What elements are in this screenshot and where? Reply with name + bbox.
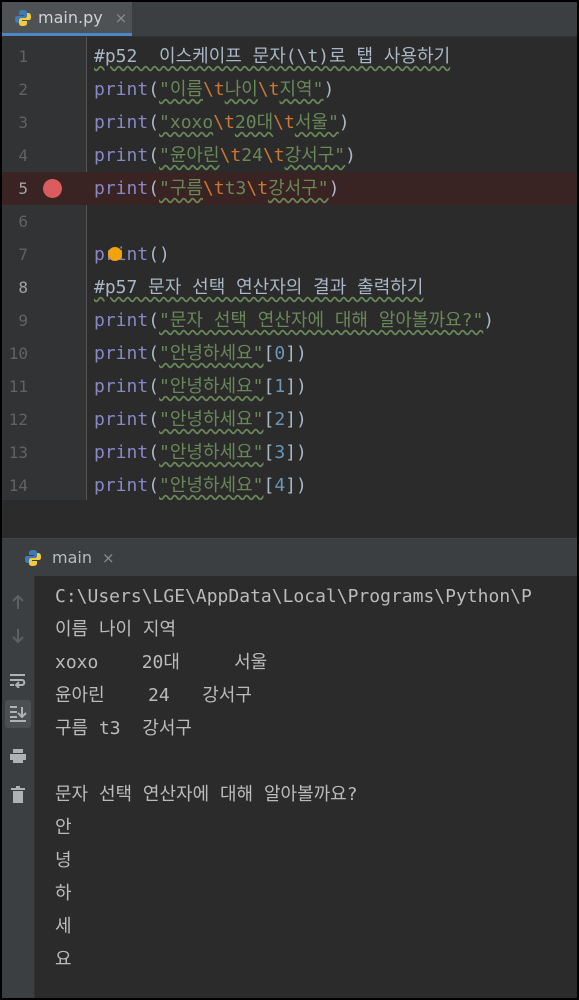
panel-divider[interactable] bbox=[2, 500, 577, 539]
code-line-10[interactable]: 10 print("안녕하세요"[0]) bbox=[2, 337, 577, 370]
tab-label: main.py bbox=[38, 8, 103, 27]
run-console-output[interactable]: C:\Users\LGE\AppData\Local\Programs\Pyth… bbox=[35, 576, 577, 998]
code-line-9[interactable]: 9 print("문자 선택 연산자에 대해 알아볼까요?") bbox=[2, 304, 577, 337]
code-line-7[interactable]: 7 print() bbox=[2, 238, 577, 271]
code-line-12[interactable]: 12 print("안녕하세요"[2]) bbox=[2, 403, 577, 436]
tab-main-py[interactable]: main.py × bbox=[2, 2, 132, 36]
line-number: 13 bbox=[8, 443, 28, 462]
lightbulb-icon[interactable] bbox=[108, 247, 122, 261]
console-line: 문자 선택 연산자에 대해 알아볼까요? bbox=[55, 784, 358, 805]
code-line-11[interactable]: 11 print("안녕하세요"[1]) bbox=[2, 370, 577, 403]
code-text: print("안녕하세요"[1]) bbox=[94, 376, 307, 397]
code-text: print("구름\tt3\t강서구") bbox=[94, 178, 340, 199]
code-line-5[interactable]: 5 print("구름\tt3\t강서구") bbox=[2, 172, 577, 205]
console-line: 안 bbox=[55, 817, 72, 838]
line-number: 8 bbox=[18, 278, 28, 297]
line-number: 6 bbox=[18, 212, 28, 231]
code-line-8[interactable]: 8 #p57 문자 선택 연산자의 결과 출력하기 bbox=[2, 271, 577, 304]
console-line: 이름 나이 지역 bbox=[55, 619, 177, 640]
line-number: 7 bbox=[18, 245, 28, 264]
console-line: 요 bbox=[55, 949, 72, 970]
run-tab-main[interactable]: main × bbox=[2, 539, 122, 576]
code-text: print("안녕하세요"[3]) bbox=[94, 442, 307, 463]
code-text: print("안녕하세요"[2]) bbox=[94, 409, 307, 430]
code-line-2[interactable]: 2 print("이름\t나이\t지역") bbox=[2, 73, 577, 106]
editor-tab-bar: main.py × bbox=[2, 2, 577, 37]
close-icon[interactable]: × bbox=[115, 9, 128, 27]
arrow-up-icon[interactable] bbox=[5, 588, 31, 616]
line-number: 12 bbox=[8, 410, 28, 429]
line-number: 1 bbox=[18, 47, 28, 66]
code-line-1[interactable]: 1 #p52 이스케이프 문자(\t)로 탭 사용하기 bbox=[2, 40, 577, 73]
code-text: print("안녕하세요"[0]) bbox=[94, 343, 307, 364]
code-text: print("윤아린\t24\t강서구") bbox=[94, 145, 356, 166]
line-number: 14 bbox=[8, 476, 28, 495]
console-line: 윤아린 24 강서구 bbox=[55, 685, 252, 706]
soft-wrap-icon[interactable] bbox=[5, 666, 31, 694]
line-number: 2 bbox=[18, 80, 28, 99]
print-icon[interactable] bbox=[5, 742, 31, 770]
line-number: 10 bbox=[8, 344, 28, 363]
line-number: 11 bbox=[8, 377, 28, 396]
comment-text: #p57 문자 선택 연산자의 결과 출력하기 bbox=[94, 277, 424, 298]
python-file-icon bbox=[14, 9, 32, 27]
console-line: 녕 bbox=[55, 850, 72, 871]
scroll-to-end-icon[interactable] bbox=[5, 700, 31, 728]
python-run-icon bbox=[24, 549, 42, 567]
console-line: xoxo 20대 서울 bbox=[55, 652, 268, 673]
line-number: 3 bbox=[18, 113, 28, 132]
arrow-down-icon[interactable] bbox=[5, 622, 31, 650]
line-number: 9 bbox=[18, 311, 28, 330]
console-line: 하 bbox=[55, 883, 72, 904]
run-tab-label: main bbox=[52, 548, 92, 567]
code-text: print("안녕하세요"[4]) bbox=[94, 475, 307, 496]
close-icon[interactable]: × bbox=[102, 549, 115, 567]
code-line-14[interactable]: 14 print("안녕하세요"[4]) bbox=[2, 469, 577, 500]
trash-icon[interactable] bbox=[5, 781, 31, 809]
comment-text: #p52 이스케이프 문자(\t)로 탭 사용하기 bbox=[94, 46, 451, 67]
console-line: 구름 t3 강서구 bbox=[55, 718, 192, 739]
code-editor[interactable]: 1 #p52 이스케이프 문자(\t)로 탭 사용하기 2 print("이름\… bbox=[2, 37, 577, 500]
code-line-13[interactable]: 13 print("안녕하세요"[3]) bbox=[2, 436, 577, 469]
code-line-4[interactable]: 4 print("윤아린\t24\t강서구") bbox=[2, 139, 577, 172]
run-toolbar bbox=[2, 576, 35, 998]
breakpoint-icon[interactable] bbox=[43, 179, 62, 198]
code-line-6[interactable]: 6 bbox=[2, 205, 577, 238]
code-line-3[interactable]: 3 print("xoxo\t20대\t서울") bbox=[2, 106, 577, 139]
code-text: print("이름\t나이\t지역") bbox=[94, 79, 335, 100]
line-number: 5 bbox=[18, 179, 28, 198]
line-number: 4 bbox=[18, 146, 28, 165]
code-text: print() bbox=[94, 244, 170, 265]
console-line: C:\Users\LGE\AppData\Local\Programs\Pyth… bbox=[55, 586, 532, 607]
run-tab-bar: main × bbox=[2, 539, 577, 577]
console-line: 세 bbox=[55, 916, 72, 937]
code-text: print("xoxo\t20대\t서울") bbox=[94, 112, 350, 133]
code-text: print("문자 선택 연산자에 대해 알아볼까요?") bbox=[94, 310, 495, 331]
